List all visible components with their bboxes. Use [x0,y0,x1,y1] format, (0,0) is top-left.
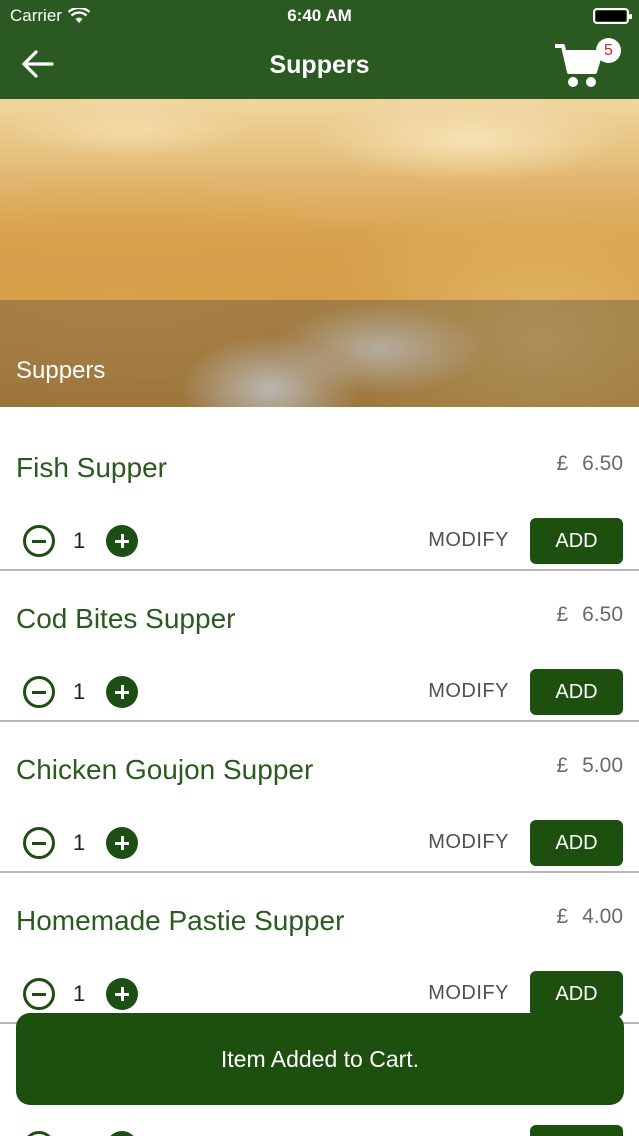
item-price: £6.50 [556,603,623,627]
next-menu-item-partial [0,1105,639,1136]
modify-button[interactable]: MODIFY [428,529,509,552]
status-time: 6:40 AM [287,6,352,25]
price-value: 5.00 [582,754,623,777]
item-name: Chicken Goujon Supper [16,754,314,785]
item-price: £5.00 [556,754,623,778]
page-title: Suppers [269,51,370,79]
add-to-cart-button[interactable]: ADD [530,518,623,564]
increase-qty-icon[interactable] [106,676,138,708]
nav-bar: Suppers 5 [0,34,639,99]
app-header: Carrier 6:40 AM Suppers 5 [0,0,639,99]
add-to-cart-button[interactable]: ADD [530,820,623,866]
increase-qty-icon[interactable] [106,827,138,859]
toast-notification: Item Added to Cart. [16,1013,624,1105]
decrease-qty-icon[interactable] [23,676,55,708]
menu-item: Chicken Goujon Supper £5.00 1 MODIFY ADD [0,722,639,873]
item-price: £6.50 [556,452,623,476]
modify-button[interactable]: MODIFY [428,680,509,703]
add-to-cart-button[interactable]: ADD [530,669,623,715]
status-bar: Carrier 6:40 AM [0,0,639,34]
add-to-cart-button[interactable] [530,1125,623,1136]
battery-icon [593,8,632,24]
price-value: 6.50 [582,603,623,626]
menu-item: Cod Bites Supper £6.50 1 MODIFY ADD [0,571,639,722]
quantity-value: 1 [73,830,86,855]
decrease-qty-icon[interactable] [23,827,55,859]
decrease-qty-icon[interactable] [23,1131,55,1136]
currency-symbol: £ [556,754,569,777]
add-to-cart-button[interactable]: ADD [530,971,623,1017]
modify-button[interactable]: MODIFY [428,982,509,1005]
cart-count-badge: 5 [596,38,621,63]
menu-item: Homemade Pastie Supper £4.00 1 MODIFY AD… [0,873,639,1024]
decrease-qty-icon[interactable] [23,525,55,557]
price-value: 4.00 [582,905,623,928]
banner-overlay [0,300,639,407]
increase-qty-icon[interactable] [106,978,138,1010]
item-name: Homemade Pastie Supper [16,905,345,936]
increase-qty-icon[interactable] [106,525,138,557]
item-name: Cod Bites Supper [16,603,236,634]
category-banner: Suppers [0,99,639,407]
increase-qty-icon[interactable] [106,1131,138,1136]
banner-caption: Suppers [16,357,106,384]
quantity-value: 1 [73,981,86,1006]
item-price: £4.00 [556,905,623,929]
item-name: Fish Supper [16,452,167,483]
decrease-qty-icon[interactable] [23,978,55,1010]
quantity-value: 1 [73,679,86,704]
currency-symbol: £ [556,603,569,626]
currency-symbol: £ [556,905,569,928]
quantity-value: 1 [73,528,86,553]
currency-symbol: £ [556,452,569,475]
price-value: 6.50 [582,452,623,475]
modify-button[interactable]: MODIFY [428,831,509,854]
menu-item: Fish Supper £6.50 1 MODIFY ADD [0,420,639,571]
